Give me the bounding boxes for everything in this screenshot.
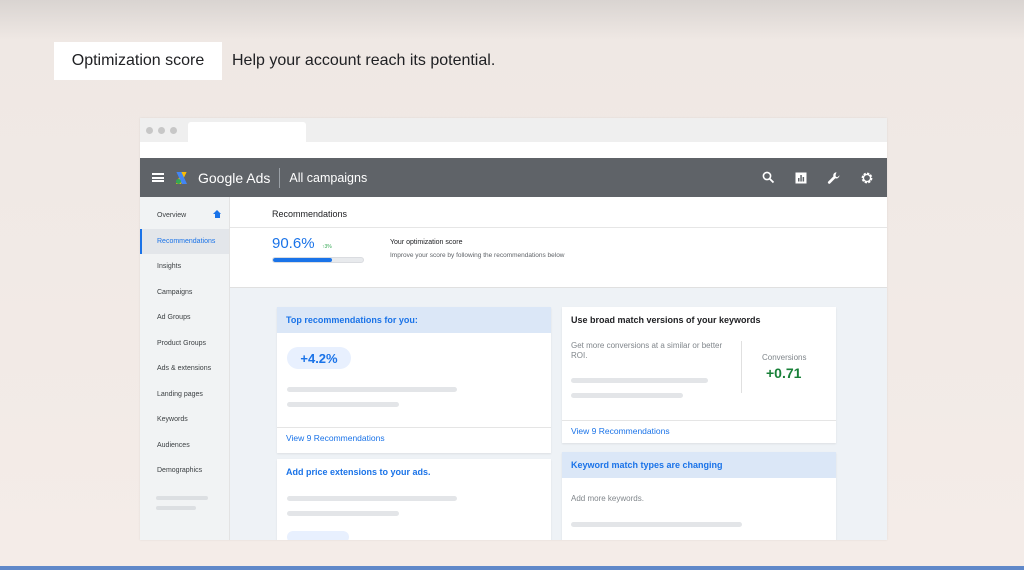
browser-toolbar [140,142,887,158]
card-body-text: Get more conversions at a similar or bet… [571,341,723,360]
view-recommendations-link[interactable]: View 9 Recommendations [562,420,836,440]
sidebar-item-campaigns[interactable]: Campaigns [140,280,229,306]
broad-match-card: Use broad match versions of your keyword… [562,307,836,443]
app-header: Google Ads All campaigns [140,158,887,197]
conversions-value: +0.71 [766,365,802,381]
sidebar-item-recommendations[interactable]: Recommendations [140,228,229,254]
sidebar-item-insights[interactable]: Insights [140,254,229,280]
menu-icon[interactable] [152,173,164,182]
placeholder-line [571,378,708,383]
search-icon[interactable] [760,170,776,186]
sidebar-item-label: Audiences [157,441,190,449]
sidebar-item-label: Product Groups [157,339,207,347]
header-rule [230,227,887,228]
sidebar-nav: Overview Recommendations Insights Campai… [140,197,230,540]
card-divider [741,341,742,393]
google-ads-logo-icon [176,171,191,184]
score-description: Improve your score by following the reco… [390,252,565,259]
reports-icon[interactable] [793,170,809,186]
sidebar-item-label: Recommendations [157,237,216,245]
keyword-match-card: Keyword match types are changing Add mor… [562,452,836,540]
sidebar-item-ad-groups[interactable]: Ad Groups [140,305,229,331]
sidebar-item-audiences[interactable]: Audiences [140,433,229,459]
sidebar-item-label: Ad Groups [157,314,191,322]
placeholder-line [571,393,683,398]
window-dot[interactable] [158,127,165,134]
sidebar-item-landing-pages[interactable]: Landing pages [140,382,229,408]
recommendations-header: Recommendations 90.6% ↑3% Your optimizat… [230,197,887,288]
placeholder-line [287,496,457,501]
sidebar-item-overview[interactable]: Overview [140,203,229,229]
browser-window: Google Ads All campaigns Overview Recomm… [140,118,887,540]
settings-icon[interactable] [859,170,875,186]
slide-title: Optimization score [54,42,222,80]
card-heading: Top recommendations for you: [277,307,551,333]
sidebar-placeholder [156,495,208,500]
card-heading: Add price extensions to your ads. [277,459,551,485]
placeholder-line [287,511,399,516]
uplift-badge: +4.2% [287,347,351,369]
top-recommendations-card: Top recommendations for you: +4.2% View … [277,307,551,453]
sidebar-item-label: Demographics [157,467,203,475]
sidebar-item-product-groups[interactable]: Product Groups [140,331,229,357]
page-title: Recommendations [272,209,348,219]
main-content: Recommendations 90.6% ↑3% Your optimizat… [230,197,887,540]
score-delta: ↑3% [322,244,332,250]
sidebar-item-label: Campaigns [157,288,193,296]
card-heading: Keyword match types are changing [562,452,836,478]
sidebar-item-keywords[interactable]: Keywords [140,407,229,433]
browser-tabstrip [140,118,887,142]
sidebar-item-label: Overview [157,212,187,220]
optimization-score-value: 90.6% [272,235,315,252]
header-divider [279,167,281,188]
sidebar-item-label: Landing pages [157,390,203,398]
score-progress-bar [272,257,364,263]
window-controls [146,127,177,134]
window-dot[interactable] [146,127,153,134]
brand-name: Google Ads [198,169,271,186]
placeholder-button [287,531,349,540]
video-progress-line [0,566,1024,570]
browser-tab[interactable] [188,122,306,142]
sidebar-item-demographics[interactable]: Demographics [140,458,229,484]
sidebar-item-label: Ads & extensions [157,365,212,373]
sidebar-item-label: Keywords [157,416,188,424]
score-label: Your optimization score [390,239,463,246]
placeholder-line [287,387,457,392]
card-heading: Use broad match versions of your keyword… [562,307,836,333]
slide-subtitle: Help your account reach its potential. [232,52,496,69]
score-progress-fill [273,258,333,262]
sidebar-item-ads-extensions[interactable]: Ads & extensions [140,356,229,382]
card-body-text: Add more keywords. [571,494,644,503]
conversions-label: Conversions [762,353,807,362]
view-recommendations-link[interactable]: View 9 Recommendations [277,427,551,447]
home-icon [213,210,221,218]
window-dot[interactable] [170,127,177,134]
placeholder-line [571,522,742,527]
breadcrumb[interactable]: All campaigns [289,171,367,185]
sidebar-placeholder [156,505,196,510]
tools-icon[interactable] [826,170,842,186]
price-extensions-card: Add price extensions to your ads. [277,459,551,540]
sidebar-item-label: Insights [157,263,182,271]
placeholder-line [287,402,399,407]
